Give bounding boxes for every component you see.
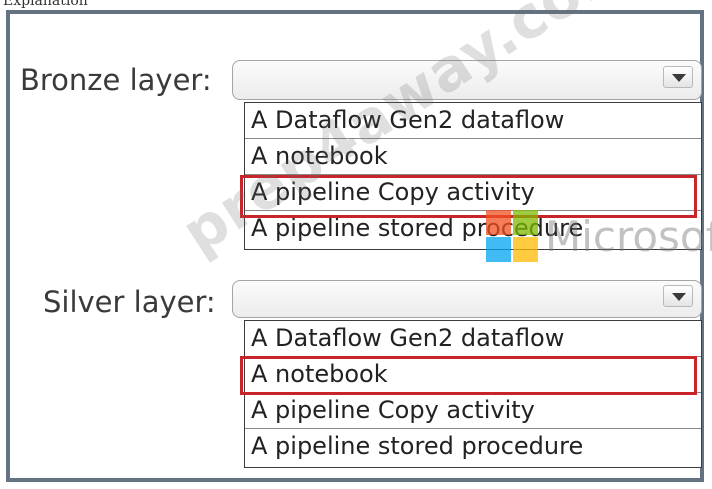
silver-option-copy-activity[interactable]: A pipeline Copy activity [245,393,701,429]
silver-option-stored-procedure[interactable]: A pipeline stored procedure [245,429,701,465]
silver-option-dataflow[interactable]: A Dataflow Gen2 dataflow [245,321,701,357]
silver-options-list: A Dataflow Gen2 dataflow A notebook A pi… [244,320,702,468]
chevron-down-icon[interactable] [663,66,693,88]
silver-layer-select[interactable] [232,280,702,318]
chevron-down-icon[interactable] [663,285,693,307]
bronze-option-copy-activity[interactable]: A pipeline Copy activity [245,175,701,211]
bronze-option-dataflow[interactable]: A Dataflow Gen2 dataflow [245,103,701,139]
bronze-option-stored-procedure[interactable]: A pipeline stored procedure [245,211,701,247]
bronze-options-list: A Dataflow Gen2 dataflow A notebook A pi… [244,102,702,250]
silver-layer-label: Silver layer: [43,285,216,319]
caption: Explanation [3,0,88,9]
bronze-option-notebook[interactable]: A notebook [245,139,701,175]
silver-option-notebook[interactable]: A notebook [245,357,701,393]
bronze-layer-label: Bronze layer: [20,63,212,97]
bronze-layer-select[interactable] [232,60,702,100]
